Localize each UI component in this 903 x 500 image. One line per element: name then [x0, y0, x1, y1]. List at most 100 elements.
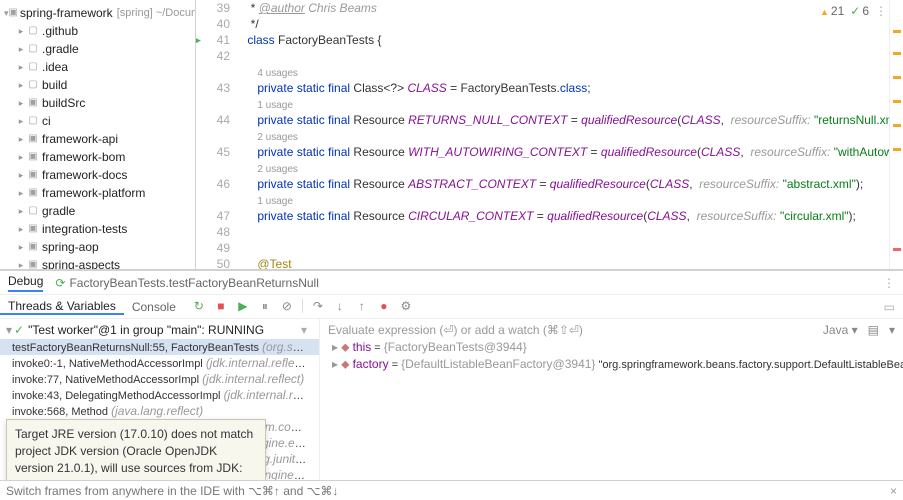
pause-icon[interactable]: ⏸ — [258, 299, 272, 314]
tree-item[interactable]: ▸▢.idea — [0, 58, 195, 76]
gutter-line[interactable]: 47 — [196, 208, 230, 224]
code-line[interactable]: 1 usage — [236, 192, 889, 208]
gutter-line[interactable]: 48 — [196, 224, 230, 240]
step-out-icon[interactable]: ↑ — [355, 299, 369, 314]
settings-icon[interactable]: ⚙ — [399, 299, 413, 314]
variable-row[interactable]: ▸ ⬥ factory = {DefaultListableBeanFactor… — [324, 356, 899, 373]
tree-twisty-icon[interactable]: ▸ — [16, 134, 26, 145]
rerun-icon[interactable]: ↻ — [192, 299, 206, 314]
gutter-line[interactable]: 42 — [196, 48, 230, 64]
stop-icon[interactable]: ■ — [214, 299, 228, 314]
editor-code[interactable]: * @author Chris Beams */ class FactoryBe… — [236, 0, 889, 269]
code-line[interactable]: 4 usages — [236, 64, 889, 80]
gutter-line[interactable] — [196, 64, 230, 80]
code-line[interactable] — [236, 224, 889, 240]
tree-twisty-icon[interactable]: ▸ — [16, 62, 26, 73]
filter-icon[interactable]: ▾ — [301, 323, 313, 337]
inspection-indicators[interactable]: 21 6 ⋮ — [820, 4, 887, 18]
tree-item[interactable]: ▸▢build — [0, 76, 195, 94]
threads-vars-tab[interactable]: Threads & Variables — [0, 299, 124, 315]
tree-twisty-icon[interactable]: ▸ — [16, 260, 26, 270]
code-line[interactable]: 2 usages — [236, 128, 889, 144]
gutter-line[interactable]: 50 — [196, 256, 230, 269]
layout-icon[interactable]: ▭ — [884, 300, 903, 314]
code-line[interactable]: 1 usage — [236, 96, 889, 112]
gutter-line[interactable] — [196, 96, 230, 112]
debug-crumb[interactable]: ⟳ FactoryBeanTests.testFactoryBeanReturn… — [55, 276, 319, 290]
frames-panel[interactable]: ▾ ✓ "Test worker"@1 in group "main": RUN… — [0, 319, 320, 480]
tree-item[interactable]: ▸▣framework-bom — [0, 148, 195, 166]
debug-tab[interactable]: Debug — [8, 274, 43, 292]
stack-frame[interactable]: invoke:568, Method (java.lang.reflect) — [0, 403, 319, 419]
view-breakpoints-icon[interactable]: ● — [377, 299, 391, 314]
error-stripe[interactable] — [889, 0, 903, 269]
code-editor[interactable]: 21 6 ⋮ 3940▶41424344454647484950▶5152535… — [196, 0, 903, 269]
code-line[interactable]: 2 usages — [236, 160, 889, 176]
stack-frame[interactable]: invoke:77, NativeMethodAccessorImpl (jdk… — [0, 371, 319, 387]
code-line[interactable]: @Test — [236, 256, 889, 269]
tree-item[interactable]: ▸▣integration-tests — [0, 220, 195, 238]
gutter-line[interactable]: 46 — [196, 176, 230, 192]
chevron-down-icon[interactable]: ▾ — [6, 323, 12, 337]
resume-icon[interactable]: ▶ — [236, 299, 250, 314]
code-line[interactable]: private static final Class<?> CLASS = Fa… — [236, 80, 889, 96]
variable-row[interactable]: ▸ ⬥ this = {FactoryBeanTests@3944} — [324, 339, 899, 356]
code-line[interactable]: private static final Resource RETURNS_NU… — [236, 112, 889, 128]
code-line[interactable]: private static final Resource ABSTRACT_C… — [236, 176, 889, 192]
console-tab[interactable]: Console — [124, 300, 184, 314]
tree-twisty-icon[interactable]: ▸ — [16, 44, 26, 55]
tree-twisty-icon[interactable]: ▸ — [16, 26, 26, 37]
tree-twisty-icon[interactable]: ▸ — [16, 188, 26, 199]
oks-count[interactable]: 6 — [850, 4, 869, 18]
tree-item[interactable]: ▸▢.gradle — [0, 40, 195, 58]
tree-item[interactable]: ▸▣framework-api — [0, 130, 195, 148]
code-line[interactable]: * @author Chris Beams — [236, 0, 889, 16]
rerun-icon[interactable]: ⟳ — [55, 276, 65, 290]
tree-twisty-icon[interactable]: ▸ — [16, 224, 26, 235]
step-into-icon[interactable]: ↓ — [333, 299, 347, 314]
gutter-line[interactable]: 44 — [196, 112, 230, 128]
tree-twisty-icon[interactable]: ▸ — [16, 206, 26, 217]
mute-icon[interactable]: ⊘ — [280, 299, 294, 314]
gutter-line[interactable]: 49 — [196, 240, 230, 256]
code-line[interactable]: private static final Resource CIRCULAR_C… — [236, 208, 889, 224]
evaluate-input[interactable]: Evaluate expression (⏎) or add a watch (… — [328, 323, 895, 337]
stack-frame[interactable]: invoke0:-1, NativeMethodAccessorImpl (jd… — [0, 355, 319, 371]
variables-panel[interactable]: Evaluate expression (⏎) or add a watch (… — [320, 319, 903, 480]
inspection-menu-icon[interactable]: ⋮ — [875, 4, 887, 18]
tree-item[interactable]: ▸▣spring-aop — [0, 238, 195, 256]
tree-item[interactable]: ▸▣framework-docs — [0, 166, 195, 184]
tree-item[interactable]: ▸▢.github — [0, 22, 195, 40]
debug-options-icon[interactable]: ⋮ — [883, 276, 895, 290]
chevron-right-icon[interactable]: ▸ — [332, 357, 338, 371]
code-line[interactable] — [236, 240, 889, 256]
step-over-icon[interactable]: ↷ — [311, 299, 325, 314]
run-gutter-icon[interactable]: ▶ — [196, 32, 201, 48]
tree-item[interactable]: ▸▣framework-platform — [0, 184, 195, 202]
gutter-line[interactable] — [196, 192, 230, 208]
tree-twisty-icon[interactable]: ▸ — [16, 98, 26, 109]
thread-header[interactable]: ▾ ✓ "Test worker"@1 in group "main": RUN… — [0, 321, 319, 339]
tree-item[interactable]: ▸▣buildSrc — [0, 94, 195, 112]
gutter-line[interactable]: 39 — [196, 0, 230, 16]
tree-item[interactable]: ▸▣spring-aspects — [0, 256, 195, 269]
gutter-line[interactable] — [196, 128, 230, 144]
code-line[interactable]: */ — [236, 16, 889, 32]
tree-twisty-icon[interactable]: ▸ — [16, 152, 26, 163]
project-tree[interactable]: ▾▣spring-framework[spring] ~/Documents/c… — [0, 0, 196, 269]
gutter-line[interactable] — [196, 160, 230, 176]
stack-frame[interactable]: invoke:43, DelegatingMethodAccessorImpl … — [0, 387, 319, 403]
editor-gutter[interactable]: 3940▶41424344454647484950▶51525354●55565… — [196, 0, 236, 269]
stack-frame[interactable]: testFactoryBeanReturnsNull:55, FactoryBe… — [0, 339, 319, 355]
gutter-line[interactable]: 43 — [196, 80, 230, 96]
chevron-right-icon[interactable]: ▸ — [332, 340, 338, 354]
close-hint-icon[interactable]: × — [890, 484, 897, 498]
gutter-line[interactable]: 40 — [196, 16, 230, 32]
code-line[interactable]: private static final Resource WITH_AUTOW… — [236, 144, 889, 160]
tree-twisty-icon[interactable]: ▸ — [16, 242, 26, 253]
tree-item[interactable]: ▾▣spring-framework[spring] ~/Documents/c… — [0, 4, 195, 22]
tree-twisty-icon[interactable]: ▸ — [16, 80, 26, 91]
code-line[interactable] — [236, 48, 889, 64]
gutter-line[interactable]: ▶41 — [196, 32, 230, 48]
tree-item[interactable]: ▸▢gradle — [0, 202, 195, 220]
